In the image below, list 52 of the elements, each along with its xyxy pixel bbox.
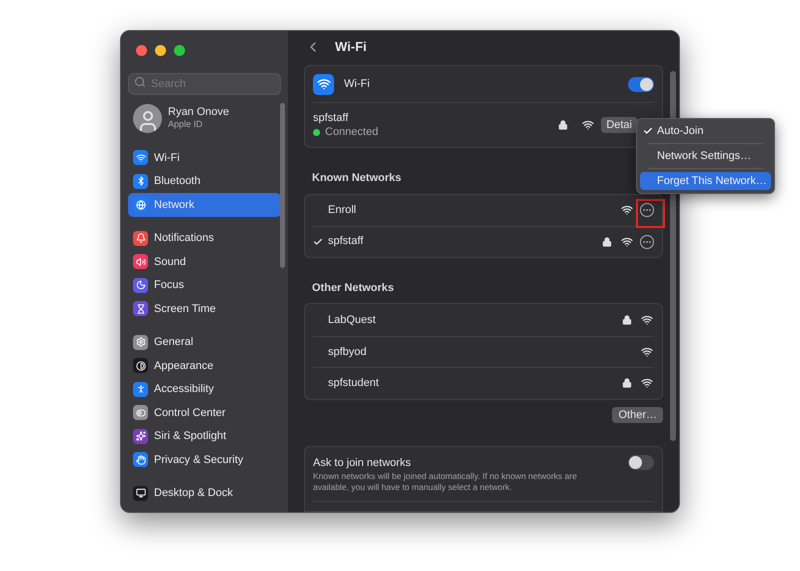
sidebar-item[interactable]: Siri & Spotlight bbox=[128, 424, 281, 448]
sidebar-item[interactable]: Desktop & Dock bbox=[128, 482, 281, 505]
setting-description: Known networks will be joined automatically. If no known networks are available, you will have to manually select a network. bbox=[313, 471, 578, 494]
sidebar-item[interactable]: Appearance bbox=[128, 354, 281, 378]
wifi-signal-icon bbox=[641, 346, 653, 358]
sidebar-item[interactable]: Accessibility bbox=[128, 378, 281, 401]
network-name: LabQuest bbox=[328, 312, 377, 328]
network-name: spfstaff bbox=[313, 111, 350, 126]
sidebar-item[interactable]: Focus bbox=[128, 274, 281, 297]
zoom-button[interactable] bbox=[174, 45, 185, 56]
wifi-signal-icon bbox=[641, 314, 653, 326]
connection-status: Connected bbox=[325, 125, 378, 140]
more-options-icon[interactable] bbox=[640, 234, 654, 249]
sidebar-item[interactable]: Network bbox=[128, 193, 281, 216]
wifi-icon bbox=[313, 74, 334, 95]
account-name: Ryan Onove bbox=[168, 106, 230, 118]
details-button[interactable]: Detai bbox=[601, 117, 638, 134]
sidebar-item[interactable]: Sound bbox=[128, 250, 281, 274]
menu-item[interactable]: Forget This Network… bbox=[640, 172, 771, 190]
setting-title: Ask to join networks bbox=[313, 456, 412, 471]
sidebar-item[interactable]: Bluetooth bbox=[128, 170, 281, 193]
sidebar-item[interactable]: Privacy & Security bbox=[128, 448, 281, 472]
network-name: spfbyod bbox=[328, 344, 368, 360]
toggle-switch[interactable] bbox=[628, 454, 654, 470]
wifi-signal-icon bbox=[582, 119, 594, 132]
toggle-switch[interactable] bbox=[628, 76, 654, 92]
wifi-signal-icon bbox=[641, 377, 653, 390]
account-subtitle: Apple ID bbox=[168, 118, 204, 130]
more-options-icon[interactable] bbox=[640, 203, 654, 218]
network-row[interactable]: Enroll bbox=[313, 194, 654, 226]
avatar bbox=[133, 104, 162, 132]
wifi-signal-icon bbox=[621, 236, 633, 248]
window-title: Wi-Fi bbox=[335, 38, 367, 56]
sidebar-item[interactable]: Notifications bbox=[128, 226, 281, 250]
sidebar-item[interactable]: Control Center bbox=[128, 401, 281, 424]
other-button[interactable]: Other… bbox=[612, 406, 663, 423]
sidebar-item[interactable]: General bbox=[128, 330, 281, 354]
menu-item[interactable]: Auto-Join bbox=[640, 122, 771, 140]
network-name: spfstaff bbox=[328, 234, 364, 250]
minimize-button[interactable] bbox=[155, 45, 166, 56]
network-row[interactable]: spfstaff bbox=[313, 226, 654, 257]
check-icon bbox=[643, 126, 653, 136]
network-name: Enroll bbox=[328, 202, 358, 218]
section-heading: Other Networks bbox=[312, 280, 395, 296]
wifi-label: Wi-Fi bbox=[344, 76, 371, 92]
network-name: spfstudent bbox=[328, 376, 380, 392]
sidebar-item[interactable]: Screen Time bbox=[128, 297, 281, 320]
wifi-signal-icon bbox=[621, 204, 633, 216]
close-button[interactable] bbox=[136, 45, 147, 56]
sidebar-item[interactable]: Wi-Fi bbox=[128, 146, 281, 170]
menu-item[interactable]: Network Settings… bbox=[640, 147, 771, 165]
search-icon bbox=[134, 76, 146, 88]
